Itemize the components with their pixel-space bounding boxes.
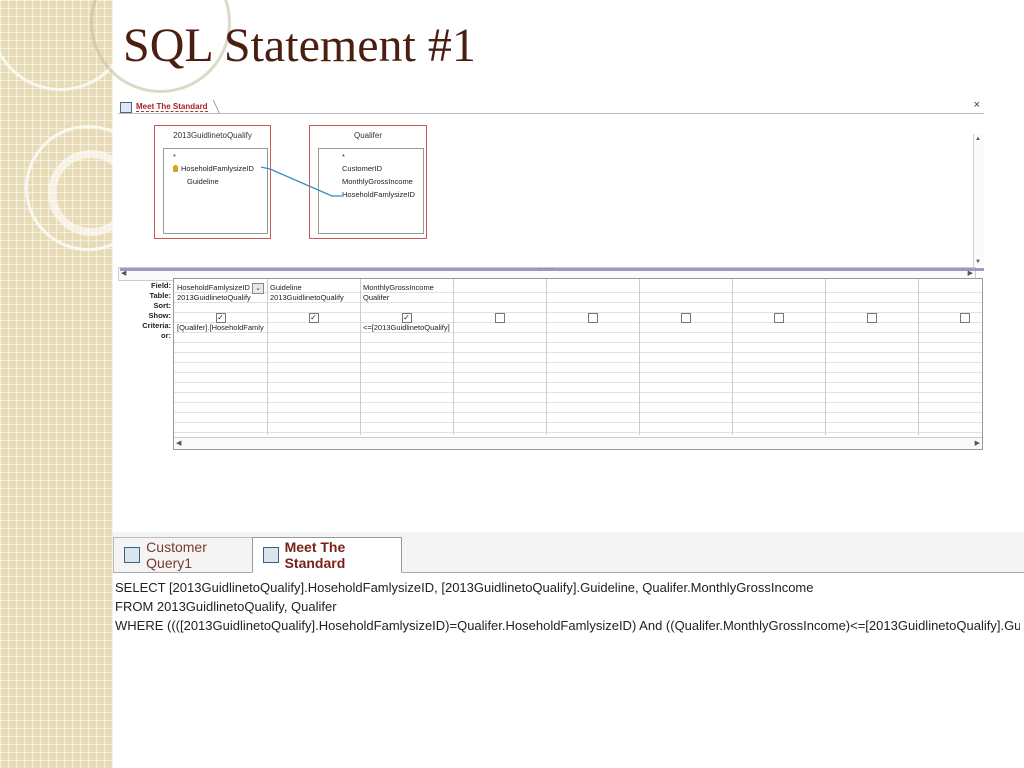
sql-line: FROM 2013GuidlinetoQualify, Qualifer	[115, 599, 337, 614]
field-label: HoseholdFamlysizeID	[181, 164, 254, 173]
field-item[interactable]: MonthlyGrossIncome	[342, 177, 422, 186]
grid-horizontal-scrollbar[interactable]: ◀ ▶	[174, 437, 982, 449]
sql-line: SELECT [2013GuidlinetoQualify].HoseholdF…	[115, 580, 814, 595]
grid-column	[174, 279, 268, 435]
field-cell[interactable]: Guideline	[270, 283, 357, 292]
query-design-grid: ◀ ▶ HoseholdFamlysizeID 2013GuidlinetoQua…	[173, 278, 983, 450]
grid-column	[639, 279, 733, 435]
row-label: Show:	[148, 311, 172, 320]
field-item[interactable]: *	[342, 152, 345, 161]
table-pane: 2013GuidlinetoQualify * HoseholdFamlysiz…	[118, 114, 984, 281]
close-icon[interactable]: ×	[974, 99, 980, 111]
grid-column	[825, 279, 919, 435]
row-label: Field:	[151, 281, 171, 290]
tab-meet-the-standard[interactable]: Meet The Standard	[252, 537, 402, 573]
decorative-ring	[0, 0, 113, 91]
vertical-scrollbar[interactable]: ▲ ▼	[973, 134, 984, 267]
field-cell[interactable]: MonthlyGrossIncome	[363, 283, 450, 292]
grid-column	[918, 279, 982, 435]
field-item[interactable]: CustomerID	[342, 164, 422, 173]
show-checkbox[interactable]	[494, 313, 505, 323]
criteria-cell[interactable]: <=[2013GuidlinetoQualify].[Guideline]	[363, 323, 450, 332]
scroll-right-icon[interactable]: ▶	[975, 439, 980, 447]
sql-view: Customer Query1 Meet The Standard SELECT…	[113, 532, 1024, 768]
row-label: Table:	[149, 291, 171, 300]
grid-column	[360, 279, 454, 435]
query-icon	[120, 101, 132, 113]
field-item[interactable]: HoseholdFamlysizeID	[173, 164, 265, 173]
row-label: Sort:	[153, 301, 172, 310]
table-name: Qualifer	[353, 131, 382, 140]
tab-label: Customer Query1	[146, 539, 207, 571]
splitter-grip: ......	[538, 265, 555, 271]
pane-splitter[interactable]: ......	[120, 265, 984, 271]
show-checkbox[interactable]	[959, 313, 970, 323]
query-tab-label: Meet The Standard	[136, 102, 208, 112]
query-design-view: Meet The Standard × 2013GuidlinetoQualif…	[118, 97, 984, 452]
show-checkbox[interactable]: ✓	[308, 313, 319, 323]
grid-row-labels: Field: Table: Sort: Show: Criteria: or:	[118, 281, 171, 341]
show-checkbox[interactable]	[587, 313, 598, 323]
tab-label: Meet The Standard	[284, 539, 346, 571]
table-name: 2013GuidlinetoQualify	[173, 131, 252, 140]
grid-column	[267, 279, 361, 435]
slide-title: SQL Statement #1	[123, 19, 476, 72]
show-checkbox[interactable]	[866, 313, 877, 323]
scroll-up-icon[interactable]: ▲	[975, 136, 981, 142]
primary-key-icon	[173, 165, 178, 172]
table-cell[interactable]: 2013GuidlinetoQualify	[270, 293, 357, 302]
table-cell[interactable]: 2013GuidlinetoQualify	[177, 293, 264, 302]
show-checkbox[interactable]: ✓	[215, 313, 226, 323]
scroll-down-icon[interactable]: ▼	[975, 259, 981, 265]
grid-column	[546, 279, 640, 435]
row-label: or:	[161, 331, 171, 340]
chevron-down-icon[interactable]: ⌄	[252, 283, 264, 294]
slide-sidebar	[0, 0, 113, 768]
field-list	[163, 148, 268, 234]
tab-customer-query1[interactable]: Customer Query1	[113, 537, 255, 572]
field-item[interactable]: HoseholdFamlysizeID	[342, 190, 422, 199]
query-icon	[124, 547, 141, 563]
show-checkbox[interactable]	[680, 313, 691, 323]
sql-tab-bar: Customer Query1 Meet The Standard	[113, 532, 1024, 573]
row-label: Criteria:	[142, 321, 171, 330]
scroll-left-icon[interactable]: ◀	[176, 439, 181, 447]
table-box-guidelines[interactable]: 2013GuidlinetoQualify * HoseholdFamlysiz…	[154, 125, 271, 239]
field-item[interactable]: Guideline	[187, 177, 219, 186]
grid-column	[732, 279, 826, 435]
show-checkbox[interactable]	[773, 313, 784, 323]
table-box-qualifer[interactable]: Qualifer * CustomerID MonthlyGrossIncome…	[309, 125, 427, 239]
sql-line: WHERE ((([2013GuidlinetoQualify].Hosehol…	[115, 618, 1020, 633]
field-cell[interactable]: HoseholdFamlysizeID	[177, 283, 250, 292]
table-cell[interactable]: Qualifer	[363, 293, 450, 302]
grid-column	[453, 279, 547, 435]
criteria-cell[interactable]: [Qualifer].[HoseholdFamlysizeID]	[177, 323, 264, 332]
field-item[interactable]: *	[173, 152, 176, 161]
sql-editor[interactable]: SELECT [2013GuidlinetoQualify].HoseholdF…	[115, 578, 1020, 635]
query-icon	[263, 547, 279, 563]
show-checkbox[interactable]: ✓	[401, 313, 412, 323]
